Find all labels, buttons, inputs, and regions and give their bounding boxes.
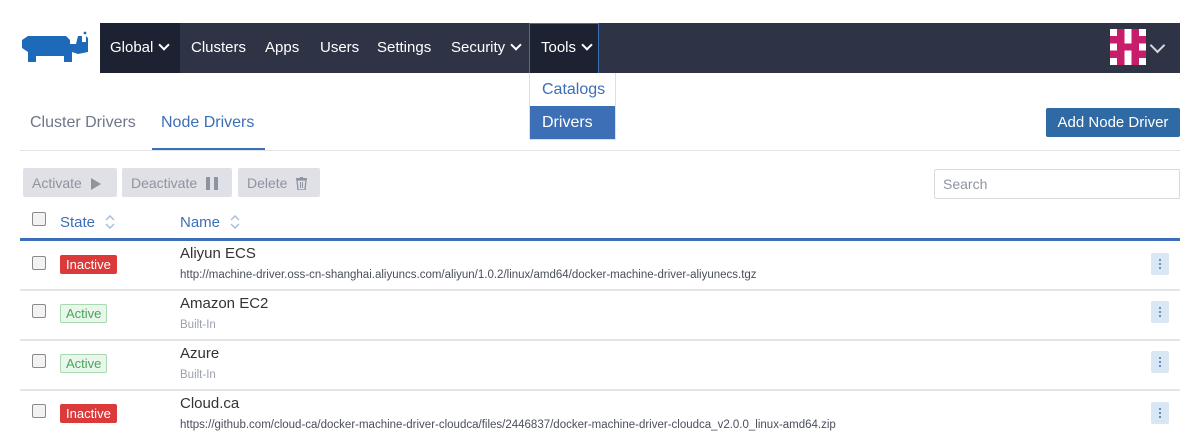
driver-name: Aliyun ECS — [180, 245, 256, 262]
search-input[interactable] — [934, 169, 1180, 199]
delete-button[interactable]: Delete — [238, 168, 320, 197]
table-row: Active Amazon EC2 Built-In — [20, 291, 1180, 341]
status-badge: Inactive — [60, 404, 117, 423]
top-navbar: Global Clusters Apps Users Settings Secu… — [100, 23, 1180, 73]
deactivate-label: Deactivate — [131, 174, 198, 191]
row-actions-kebab-icon[interactable] — [1151, 301, 1169, 323]
column-header-state[interactable]: State — [60, 213, 115, 231]
chevron-down-icon — [158, 39, 171, 51]
column-header-name[interactable]: Name — [180, 213, 240, 231]
driver-name: Amazon EC2 — [180, 295, 269, 312]
nav-clusters[interactable]: Clusters — [191, 23, 246, 73]
row-checkbox[interactable] — [32, 256, 46, 270]
delete-label: Delete — [247, 174, 288, 191]
nav-tools-menu[interactable]: Tools — [529, 23, 599, 73]
tabs-divider — [20, 150, 1180, 151]
nav-apps[interactable]: Apps — [265, 23, 299, 73]
play-icon — [90, 177, 101, 190]
nav-settings[interactable]: Settings — [377, 23, 431, 73]
status-badge: Active — [60, 354, 108, 373]
nav-global-label: Global — [110, 39, 154, 56]
sort-icon — [230, 215, 240, 229]
table-row: Active Azure Built-In — [20, 341, 1180, 391]
activate-button[interactable]: Activate — [23, 168, 117, 197]
tab-node-drivers[interactable]: Node Drivers — [161, 114, 254, 132]
trash-icon — [296, 177, 308, 191]
menu-item-catalogs[interactable]: Catalogs — [530, 73, 615, 106]
sort-icon — [105, 215, 115, 229]
active-tab-indicator — [152, 148, 265, 150]
driver-name: Cloud.ca — [180, 395, 240, 412]
pause-icon — [206, 177, 219, 191]
add-node-driver-button[interactable]: Add Node Driver — [1046, 108, 1180, 137]
row-checkbox[interactable] — [32, 304, 46, 318]
nav-tools-label: Tools — [541, 39, 577, 56]
select-all-checkbox[interactable] — [32, 212, 46, 226]
tab-cluster-drivers[interactable]: Cluster Drivers — [30, 114, 136, 132]
driver-url: http://machine-driver.oss-cn-shanghai.al… — [180, 269, 757, 281]
row-actions-kebab-icon[interactable] — [1151, 351, 1169, 373]
status-badge: Active — [60, 304, 108, 323]
tools-dropdown: Catalogs Drivers — [529, 73, 616, 140]
rancher-logo[interactable] — [20, 30, 88, 66]
nav-security-label: Security — [451, 39, 506, 56]
menu-item-drivers[interactable]: Drivers — [530, 106, 615, 139]
nav-users[interactable]: Users — [320, 23, 359, 73]
row-checkbox[interactable] — [32, 404, 46, 418]
table-row: Inactive Cloud.ca https://github.com/clo… — [20, 391, 1180, 438]
name-header-label: Name — [180, 214, 221, 231]
nav-security-menu[interactable]: Security — [451, 23, 522, 73]
driver-url: https://github.com/cloud-ca/docker-machi… — [180, 419, 836, 431]
row-checkbox[interactable] — [32, 354, 46, 368]
driver-name: Azure — [180, 345, 220, 362]
table-row: Inactive Aliyun ECS http://machine-drive… — [20, 241, 1180, 291]
driver-source: Built-In — [180, 369, 216, 381]
user-avatar[interactable] — [1110, 29, 1146, 65]
state-header-label: State — [60, 214, 96, 231]
deactivate-button[interactable]: Deactivate — [122, 168, 232, 197]
status-badge: Inactive — [60, 255, 117, 274]
activate-label: Activate — [32, 174, 82, 191]
row-actions-kebab-icon[interactable] — [1151, 402, 1169, 424]
nav-global-menu[interactable]: Global — [100, 23, 180, 73]
chevron-down-icon — [510, 39, 522, 51]
chevron-down-icon — [581, 39, 593, 51]
driver-source: Built-In — [180, 319, 216, 331]
row-actions-kebab-icon[interactable] — [1151, 253, 1169, 275]
